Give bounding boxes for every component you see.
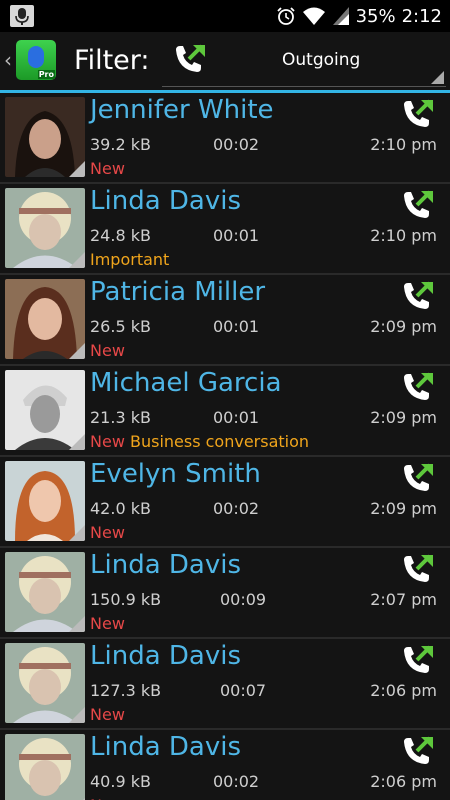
new-tag: New xyxy=(90,159,125,178)
app-icon[interactable]: Pro xyxy=(16,40,56,80)
microphone-notification-icon xyxy=(10,5,34,27)
new-tag: New xyxy=(90,341,125,360)
recording-size: 42.0 kB xyxy=(90,499,151,518)
contact-avatar[interactable] xyxy=(5,461,85,541)
recording-tags: New xyxy=(90,705,125,724)
recording-row[interactable]: Evelyn Smith 42.0 kB 00:02 2:09 pm New xyxy=(0,457,450,548)
contact-avatar[interactable] xyxy=(5,188,85,268)
contact-avatar[interactable] xyxy=(5,279,85,359)
recording-time: 2:10 pm xyxy=(370,135,437,154)
quick-contact-corner-icon xyxy=(69,434,85,450)
recording-row[interactable]: Linda Davis 127.3 kB 00:07 2:06 pm New xyxy=(0,639,450,730)
outgoing-call-icon xyxy=(404,372,433,400)
outgoing-call-icon xyxy=(404,190,433,218)
recording-time: 2:07 pm xyxy=(370,590,437,609)
contact-name: Linda Davis xyxy=(90,186,241,216)
recording-size: 127.3 kB xyxy=(90,681,162,700)
outgoing-call-icon xyxy=(404,736,433,764)
outgoing-call-icon xyxy=(404,281,433,309)
recording-tags: New xyxy=(90,796,125,800)
recording-duration: 00:09 xyxy=(220,590,267,609)
new-tag: New xyxy=(90,432,125,451)
status-bar: 35% 2:12 xyxy=(0,0,450,32)
recording-tags: New xyxy=(90,341,125,360)
recording-tags: New xyxy=(90,159,125,178)
quick-contact-corner-icon xyxy=(69,525,85,541)
alarm-icon xyxy=(276,7,295,25)
recording-row[interactable]: Linda Davis 24.8 kB 00:01 2:10 pm Important xyxy=(0,184,450,275)
label-tag: Important xyxy=(90,250,170,269)
contact-avatar[interactable] xyxy=(5,370,85,450)
quick-contact-corner-icon xyxy=(69,161,85,177)
new-tag: New xyxy=(90,523,125,542)
quick-contact-corner-icon xyxy=(69,252,85,268)
recording-time: 2:09 pm xyxy=(370,317,437,336)
contact-avatar[interactable] xyxy=(5,643,85,723)
recording-tags: New Business conversation xyxy=(90,432,309,451)
recording-row[interactable]: Linda Davis 40.9 kB 00:02 2:06 pm New xyxy=(0,730,450,800)
contact-avatar[interactable] xyxy=(5,97,85,177)
contact-name: Evelyn Smith xyxy=(90,459,261,489)
recording-time: 2:10 pm xyxy=(370,226,437,245)
recording-duration: 00:02 xyxy=(213,499,260,518)
contact-name: Linda Davis xyxy=(90,732,241,762)
recording-duration: 00:02 xyxy=(213,772,260,791)
label-tag: Business conversation xyxy=(124,432,310,451)
contact-name: Jennifer White xyxy=(90,95,274,125)
contact-name: Linda Davis xyxy=(90,550,241,580)
contact-photo xyxy=(5,734,85,800)
recording-tags: New xyxy=(90,614,125,633)
quick-contact-corner-icon xyxy=(69,616,85,632)
outgoing-call-icon xyxy=(404,463,433,491)
quick-contact-corner-icon xyxy=(69,707,85,723)
filter-value: Outgoing xyxy=(282,50,361,70)
recording-size: 150.9 kB xyxy=(90,590,162,609)
contact-avatar[interactable] xyxy=(5,552,85,632)
outgoing-call-icon xyxy=(404,554,433,582)
pro-badge: Pro xyxy=(37,70,55,79)
filter-label: Filter: xyxy=(74,45,150,76)
recording-size: 24.8 kB xyxy=(90,226,151,245)
action-bar: ‹ Pro Filter: Outgoing xyxy=(0,32,450,93)
recording-row[interactable]: Michael Garcia 21.3 kB 00:01 2:09 pm New Bus… xyxy=(0,366,450,457)
back-chevron-icon[interactable]: ‹ xyxy=(4,48,12,72)
dropdown-triangle-icon xyxy=(431,71,444,84)
recording-size: 26.5 kB xyxy=(90,317,151,336)
recording-duration: 00:02 xyxy=(213,135,260,154)
outgoing-call-icon xyxy=(404,645,433,673)
filter-dropdown[interactable]: Outgoing xyxy=(162,36,446,87)
recording-duration: 00:07 xyxy=(220,681,267,700)
recording-time: 2:09 pm xyxy=(370,408,437,427)
signal-icon xyxy=(332,7,349,25)
app-microphone-icon xyxy=(28,46,44,68)
battery-percent: 35% xyxy=(355,5,396,27)
wifi-icon xyxy=(302,7,325,25)
outgoing-call-icon xyxy=(176,44,205,72)
contact-avatar[interactable] xyxy=(5,734,85,800)
outgoing-call-icon xyxy=(404,99,433,127)
recording-size: 40.9 kB xyxy=(90,772,151,791)
recordings-list[interactable]: Jennifer White 39.2 kB 00:02 2:10 pm New Lind… xyxy=(0,93,450,800)
recording-row[interactable]: Patricia Miller 26.5 kB 00:01 2:09 pm New xyxy=(0,275,450,366)
recording-tags: Important xyxy=(90,250,169,269)
recording-duration: 00:01 xyxy=(213,317,260,336)
recording-duration: 00:01 xyxy=(213,226,260,245)
contact-name: Michael Garcia xyxy=(90,368,282,398)
new-tag: New xyxy=(90,796,125,800)
recording-row[interactable]: Linda Davis 150.9 kB 00:09 2:07 pm New xyxy=(0,548,450,639)
recording-time: 2:06 pm xyxy=(370,681,437,700)
recording-tags: New xyxy=(90,523,125,542)
recording-duration: 00:01 xyxy=(213,408,260,427)
contact-name: Patricia Miller xyxy=(90,277,266,307)
recording-size: 39.2 kB xyxy=(90,135,151,154)
contact-name: Linda Davis xyxy=(90,641,241,671)
recording-size: 21.3 kB xyxy=(90,408,151,427)
new-tag: New xyxy=(90,705,125,724)
quick-contact-corner-icon xyxy=(69,343,85,359)
recording-row[interactable]: Jennifer White 39.2 kB 00:02 2:10 pm New xyxy=(0,93,450,184)
recording-time: 2:09 pm xyxy=(370,499,437,518)
new-tag: New xyxy=(90,614,125,633)
clock: 2:12 xyxy=(401,5,442,27)
recording-time: 2:06 pm xyxy=(370,772,437,791)
